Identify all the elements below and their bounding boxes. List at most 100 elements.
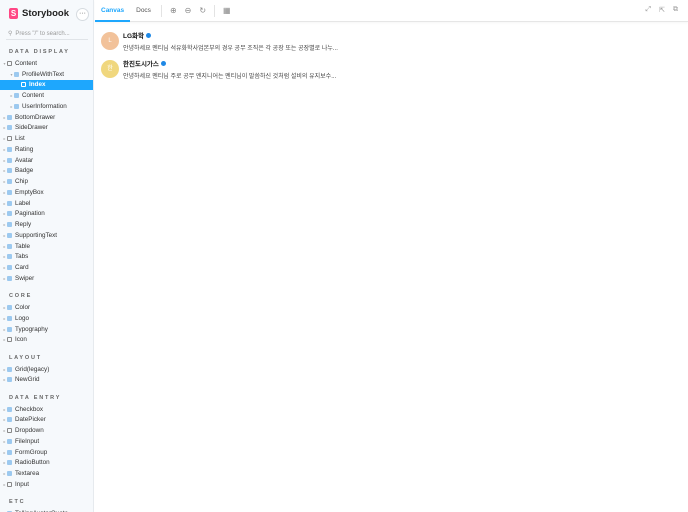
zoom-out-icon[interactable]: ⊖ — [185, 6, 192, 15]
sidebar-item-pagination[interactable]: ▸ Pagination — [0, 209, 93, 220]
sidebar-item-chip[interactable]: ▸ Chip — [0, 176, 93, 187]
sidebar-item-label: List — [15, 135, 25, 143]
folder-icon — [7, 428, 12, 434]
sidebar-item-label: Swiper — [15, 274, 35, 282]
sidebar-item-profilewithtext[interactable]: ▾ ProfileWithText — [0, 69, 93, 80]
sidebar-item-logo[interactable]: ▸ Logo — [0, 313, 93, 324]
sidebar-item-label: Input — [15, 480, 30, 488]
component-icon — [7, 189, 12, 195]
sidebar-item-color[interactable]: ▸ Color — [0, 302, 93, 313]
component-icon — [14, 93, 19, 99]
sidebar-item-table[interactable]: ▸ Table — [0, 241, 93, 252]
sidebar-item-label: DatePicker — [15, 416, 46, 424]
sidebar-item-label: Color — [15, 304, 31, 312]
open-new-tab-icon[interactable]: ⇱ — [659, 6, 665, 14]
sidebar-item-label: Dropdown — [15, 427, 44, 435]
sidebar-item-label: RadioButton — [15, 459, 50, 467]
sidebar-item-content[interactable]: ▾ Content — [0, 58, 93, 69]
sidebar-item-index[interactable]: Index — [0, 79, 93, 91]
zoom-in-icon[interactable]: ⊕ — [170, 6, 177, 15]
brand[interactable]: S Storybook — [9, 8, 69, 19]
sidebar-item-tabs[interactable]: ▸ Tabs — [0, 252, 93, 263]
sidebar-item-icon[interactable]: ▸ Icon — [0, 335, 93, 346]
sidebar-item-label: BottomDrawer — [15, 113, 56, 121]
fullscreen-icon[interactable]: ⤢ — [646, 6, 652, 14]
folder-icon — [7, 337, 12, 343]
sidebar-item-tellingavatarquote[interactable]: ▸TellingAvatarQuote — [0, 508, 93, 512]
copy-link-icon[interactable]: ⧉ — [673, 6, 678, 14]
search-icon: ⚲ — [8, 31, 13, 37]
sidebar-item-card[interactable]: ▸ Card — [0, 262, 93, 273]
sidebar-item-label: FileInput — [15, 437, 40, 445]
zoom-reset-icon[interactable]: ↻ — [199, 6, 206, 15]
component-icon — [7, 417, 12, 423]
sidebar-item-sidedrawer[interactable]: ▸ SideDrawer — [0, 123, 93, 134]
sidebar-item-badge[interactable]: ▸ Badge — [0, 166, 93, 177]
grid-icon[interactable]: ▦ — [223, 6, 231, 15]
component-icon — [7, 305, 12, 311]
section-header: DATA ENTRY — [9, 394, 62, 401]
sidebar-item-label: Logo — [15, 314, 30, 322]
sidebar-item-input[interactable]: ▸ Input — [0, 479, 93, 490]
sidebar-item-supportingtext[interactable]: ▸ SupportingText — [0, 230, 93, 241]
profile-message: 안녕하세요 멘티님 주로 공무 엔지니어는 멘티님이 말씀하신 것처럼 설비의 … — [123, 74, 337, 80]
sidebar-item-dropdown[interactable]: ▸ Dropdown — [0, 425, 93, 436]
sidebar-item-label: Icon — [15, 336, 27, 344]
divider — [214, 4, 216, 17]
sidebar-item-list[interactable]: ▸ List — [0, 133, 93, 144]
search-input[interactable]: ⚲ Press "/" to search... — [6, 28, 88, 40]
sidebar-item-swiper[interactable]: ▸ Swiper — [0, 273, 93, 284]
sidebar-item-fileinput[interactable]: ▸ FileInput — [0, 436, 93, 447]
sidebar-item-label: Table — [15, 242, 31, 250]
component-icon — [7, 243, 12, 249]
tab-docs[interactable]: Docs — [130, 0, 157, 22]
profile-name: 한진도시가스 — [123, 61, 159, 68]
verified-icon — [146, 32, 151, 38]
component-icon — [14, 103, 19, 109]
section-header: ETC — [9, 499, 26, 506]
sidebar-item-radiobutton[interactable]: ▸ RadioButton — [0, 458, 93, 469]
sidebar-item-emptybox[interactable]: ▸ EmptyBox — [0, 187, 93, 198]
section-header: DATA DISPLAY — [9, 49, 70, 55]
sidebar-item-label: SideDrawer — [15, 124, 48, 132]
sidebar-item-typography[interactable]: ▸ Typography — [0, 324, 93, 335]
sidebar-item-reply[interactable]: ▸ Reply — [0, 219, 93, 230]
main-panel: Canvas Docs ⊕ ⊖ ↻ ▦ ⤢ ⇱ ⧉ L LG화학 안녕하세요 멘… — [95, 0, 688, 512]
sidebar-item-label[interactable]: ▸ Label — [0, 198, 93, 209]
sidebar-item-label: Index — [29, 81, 46, 89]
sidebar-item-label: EmptyBox — [15, 188, 44, 196]
story-icon — [21, 82, 26, 88]
component-icon — [7, 114, 12, 120]
component-icon — [7, 326, 12, 332]
sidebar-item-datepicker[interactable]: ▸ DatePicker — [0, 415, 93, 426]
sidebar-item-label: ProfileWithText — [22, 70, 64, 78]
tab-canvas[interactable]: Canvas — [95, 0, 131, 22]
sidebar-item-content[interactable]: ▸ Content — [0, 90, 93, 101]
sidebar-item-grid-legacy-[interactable]: ▸ Grid(legacy) — [0, 364, 93, 375]
sidebar-item-userinformation[interactable]: ▸ UserInformation — [0, 101, 93, 112]
component-icon — [7, 254, 12, 260]
sidebar-item-textarea[interactable]: ▸ Textarea — [0, 468, 93, 479]
component-icon — [7, 168, 12, 174]
component-icon — [7, 157, 12, 163]
sidebar-item-label: Label — [15, 199, 31, 207]
story-tree: DATA DISPLAY ▾ Content ▾ ProfileWithText Inde… — [0, 47, 93, 512]
sidebar-item-label: NewGrid — [15, 376, 40, 384]
storybook-logo: S — [9, 8, 18, 19]
sidebar-item-label: Content — [22, 92, 45, 100]
sidebar-item-rating[interactable]: ▸ Rating — [0, 144, 93, 155]
brand-name: Storybook — [22, 8, 69, 19]
sidebar-item-avatar[interactable]: ▸ Avatar — [0, 155, 93, 166]
folder-icon — [7, 136, 12, 142]
toolbar: Canvas Docs ⊕ ⊖ ↻ ▦ ⤢ ⇱ ⧉ — [95, 0, 688, 22]
sidebar-item-formgroup[interactable]: ▸ FormGroup — [0, 447, 93, 458]
sidebar-item-newgrid[interactable]: ▸ NewGrid — [0, 375, 93, 386]
sidebar-item-checkbox[interactable]: ▸ Checkbox — [0, 404, 93, 415]
component-icon — [7, 265, 12, 271]
sidebar-item-bottomdrawer[interactable]: ▸ BottomDrawer — [0, 112, 93, 123]
menu-button[interactable]: ··· — [76, 8, 89, 21]
sidebar-item-label: Tabs — [15, 253, 29, 261]
verified-icon — [160, 60, 166, 66]
component-icon — [7, 460, 12, 466]
sidebar-item-label: Pagination — [15, 210, 45, 218]
